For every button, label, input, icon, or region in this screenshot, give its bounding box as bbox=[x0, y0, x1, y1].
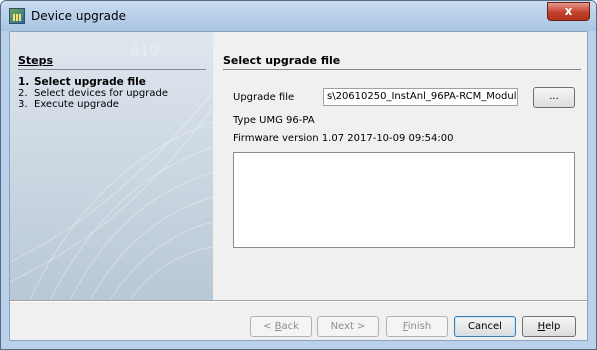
svg-text:010: 010 bbox=[130, 41, 159, 60]
back-rest: ack bbox=[281, 321, 299, 332]
content-heading: Select upgrade file bbox=[223, 54, 341, 67]
step-label: Execute upgrade bbox=[34, 99, 119, 110]
help-button[interactable]: Help bbox=[522, 316, 576, 337]
steps-panel: 010 Steps 1. Select upgrade file 2. Select… bbox=[10, 32, 213, 300]
step-item-1: 1. Select upgrade file bbox=[18, 77, 168, 88]
steps-heading: Steps bbox=[18, 54, 54, 67]
device-type-text: Type UMG 96-PA bbox=[233, 115, 315, 126]
browse-button[interactable]: ... bbox=[533, 87, 575, 108]
window-title: Device upgrade bbox=[31, 9, 126, 23]
content-panel: Select upgrade file Upgrade file s\20610… bbox=[213, 32, 587, 300]
finish-button[interactable]: Finish bbox=[386, 316, 448, 337]
content-divider bbox=[223, 69, 581, 70]
step-number: 1. bbox=[18, 76, 30, 88]
steps-list: 1. Select upgrade file 2. Select devices f… bbox=[18, 77, 168, 111]
app-icon bbox=[9, 8, 25, 24]
decorative-background-graphic: 010 bbox=[10, 41, 213, 300]
step-label: Select upgrade file bbox=[34, 76, 146, 88]
firmware-version-text: Firmware version 1.07 2017-10-09 09:54:0… bbox=[233, 133, 454, 144]
back-prefix: < bbox=[263, 321, 275, 332]
next-button[interactable]: Next > bbox=[317, 316, 379, 337]
step-number: 2. bbox=[18, 88, 28, 99]
upgrade-file-field[interactable]: s\20610250_InstAnl_96PA-RCM_Module. bbox=[323, 88, 518, 106]
step-item-3: 3. Execute upgrade bbox=[18, 99, 168, 110]
footer-divider-highlight bbox=[10, 301, 587, 302]
step-label: Select devices for upgrade bbox=[34, 88, 168, 99]
help-rest: elp bbox=[545, 321, 561, 332]
step-number: 3. bbox=[18, 99, 28, 110]
upgrade-file-label: Upgrade file bbox=[233, 92, 295, 103]
steps-divider bbox=[18, 69, 206, 70]
dialog-client-area: 010 Steps 1. Select upgrade file 2. Select… bbox=[9, 31, 588, 341]
title-bar[interactable]: Device upgrade x bbox=[1, 1, 596, 31]
info-textbox[interactable] bbox=[233, 152, 575, 248]
back-accel: B bbox=[274, 321, 282, 332]
device-upgrade-window: Device upgrade x 010 Steps 1. Select upg… bbox=[0, 0, 597, 350]
step-item-2: 2. Select devices for upgrade bbox=[18, 88, 168, 99]
back-button[interactable]: < Back bbox=[250, 316, 312, 337]
finish-rest: inish bbox=[407, 321, 432, 332]
help-accel: H bbox=[537, 321, 546, 332]
cancel-button[interactable]: Cancel bbox=[454, 316, 516, 337]
close-button[interactable]: x bbox=[547, 2, 590, 21]
